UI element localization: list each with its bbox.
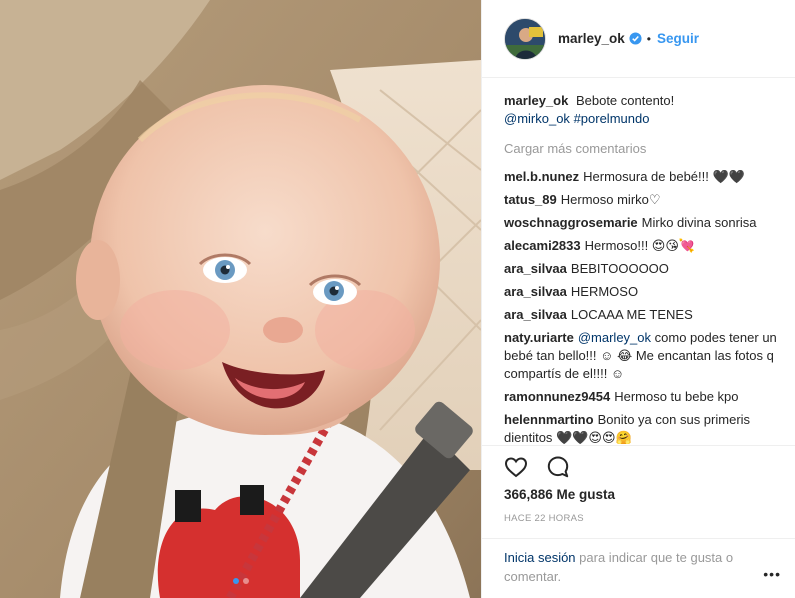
comment-item: alecami2833 Hermoso!!! 😍😘💘 xyxy=(504,237,781,255)
comment-text: LOCAAA ME TENES xyxy=(570,307,693,322)
post-actions xyxy=(504,455,570,479)
comment-text: BEBITOOOOOO xyxy=(570,261,669,276)
comment-text: Hermosura de bebé!!! 🖤🖤 xyxy=(583,169,745,184)
login-link[interactable]: Inicia sesión xyxy=(504,550,576,565)
carousel-indicator[interactable] xyxy=(0,578,481,584)
comment-username[interactable]: ramonnunez9454 xyxy=(504,389,610,404)
avatar[interactable] xyxy=(504,17,546,60)
comment-item: mel.b.nunez Hermosura de bebé!!! 🖤🖤 xyxy=(504,168,781,186)
avatar-image xyxy=(505,18,545,59)
comment-username[interactable]: naty.uriarte xyxy=(504,330,574,345)
comment-item: ramonnunez9454 Hermoso tu bebe kpo xyxy=(504,388,781,406)
post-caption: marley_ok Bebote contento! @mirko_ok #po… xyxy=(504,92,781,128)
comment-item: ara_silvaa HERMOSO xyxy=(504,283,781,301)
load-more-comments-button[interactable]: Cargar más comentarios xyxy=(504,140,781,158)
post-timestamp[interactable]: HACE 22 HORAS xyxy=(504,513,584,524)
more-options-icon[interactable]: ••• xyxy=(763,566,781,582)
comment-mention-link[interactable]: @marley_ok xyxy=(578,330,651,345)
login-prompt: Inicia sesión para indicar que te gusta … xyxy=(504,548,765,586)
follow-button[interactable]: Seguir xyxy=(657,31,699,46)
comment-username[interactable]: ara_silvaa xyxy=(504,307,567,322)
comment-item: naty.uriarte @marley_ok como podes tener … xyxy=(504,329,781,383)
header-separator: • xyxy=(646,31,651,46)
comment-item: ara_silvaa LOCAAA ME TENES xyxy=(504,306,781,324)
comment-username[interactable]: ara_silvaa xyxy=(504,261,567,276)
comment-username[interactable]: tatus_89 xyxy=(504,192,557,207)
comment-username[interactable]: alecami2833 xyxy=(504,238,581,253)
comment-item: woschnaggrosemarie Mirko divina sonrisa xyxy=(504,214,781,232)
header-username[interactable]: marley_ok xyxy=(558,31,625,46)
caption-username[interactable]: marley_ok xyxy=(504,93,568,108)
post-photo[interactable] xyxy=(0,0,481,598)
comment-item: ara_silvaa BEBITOOOOOO xyxy=(504,260,781,278)
post-header: marley_ok • Seguir xyxy=(482,0,795,78)
comment-text: Hermoso mirko♡ xyxy=(560,192,661,207)
carousel-dot-active[interactable] xyxy=(232,578,239,584)
comment-username[interactable]: helennmartino xyxy=(504,412,594,427)
baby-photo-image xyxy=(0,0,481,598)
comment-item: helennmartino Bonito ya con sus primeris … xyxy=(504,411,781,444)
comment-text: Mirko divina sonrisa xyxy=(641,215,757,230)
carousel-dot[interactable] xyxy=(242,578,249,584)
login-divider xyxy=(482,538,795,539)
verified-badge-icon xyxy=(629,32,642,45)
likes-count[interactable]: 366,886 Me gusta xyxy=(504,487,615,502)
caption-hashtag-link[interactable]: #porelmundo xyxy=(574,111,650,126)
heart-icon[interactable] xyxy=(504,455,528,479)
comment-text: Hermoso tu bebe kpo xyxy=(614,389,739,404)
post-side-panel: marley_ok • Seguir marley_ok Bebote cont… xyxy=(481,0,795,598)
comment-text: HERMOSO xyxy=(570,284,639,299)
comment-username[interactable]: woschnaggrosemarie xyxy=(504,215,638,230)
actions-divider xyxy=(482,445,795,446)
caption-text: Bebote contento! xyxy=(575,93,675,108)
caption-mention-link[interactable]: @mirko_ok xyxy=(504,111,570,126)
comment-username[interactable]: ara_silvaa xyxy=(504,284,567,299)
comment-item: tatus_89 Hermoso mirko♡ xyxy=(504,191,781,209)
comment-username[interactable]: mel.b.nunez xyxy=(504,169,579,184)
comment-icon[interactable] xyxy=(546,455,570,479)
comment-text: Hermoso!!! 😍😘💘 xyxy=(584,238,696,253)
comments-list[interactable]: marley_ok Bebote contento! @mirko_ok #po… xyxy=(504,92,781,444)
